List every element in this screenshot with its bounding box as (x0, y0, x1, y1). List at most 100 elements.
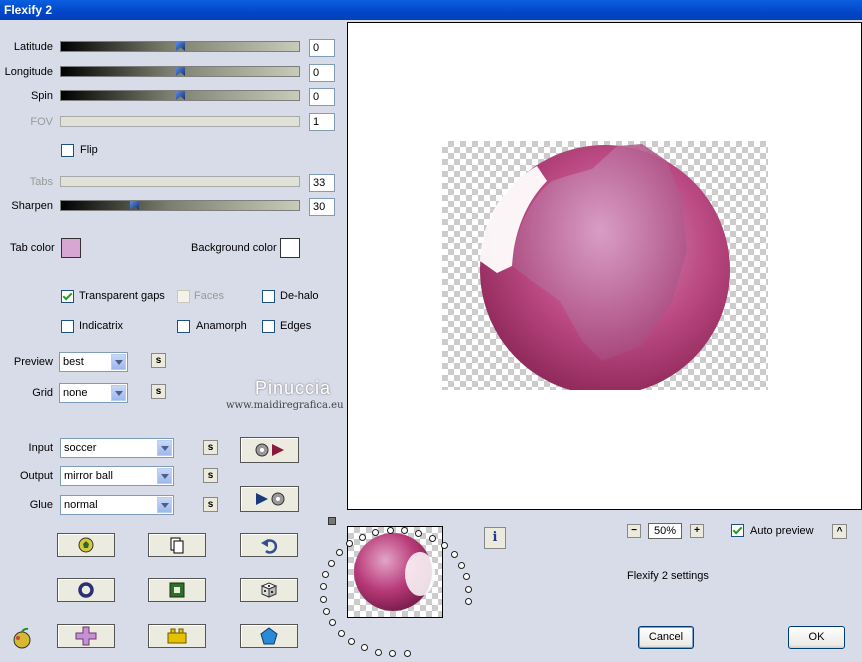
tab-color-swatch[interactable] (61, 238, 81, 258)
grid-select[interactable]: none (59, 383, 128, 403)
transparent-gaps-label: Transparent gaps (79, 290, 165, 302)
preview-canvas (442, 141, 768, 390)
settings-label: Flexify 2 settings (627, 570, 709, 582)
tabs-slider[interactable] (60, 176, 300, 187)
copy-button[interactable] (148, 533, 206, 557)
output-select-value: mirror ball (64, 470, 113, 482)
flip-checkbox[interactable] (61, 144, 74, 157)
preview-select[interactable]: best (59, 352, 128, 372)
latitude-thumb[interactable] (176, 42, 185, 51)
sharpen-slider[interactable] (60, 200, 300, 211)
input-select-value: soccer (64, 442, 97, 454)
spin-slider[interactable] (60, 90, 300, 101)
soccer-ball-icon (78, 537, 94, 553)
disc-play-icon (255, 443, 284, 457)
ring-icon (78, 582, 94, 598)
ring-dot (348, 637, 356, 645)
ring-dot (320, 595, 328, 603)
input-s-button[interactable]: s (203, 440, 218, 455)
output-s-button[interactable]: s (203, 468, 218, 483)
latitude-input[interactable]: 0 (309, 39, 335, 57)
apple-logo-icon (13, 627, 31, 649)
chevron-down-icon[interactable] (157, 468, 172, 484)
cross-icon (75, 626, 97, 646)
auto-preview-checkbox[interactable] (731, 524, 744, 537)
ring-dot (358, 533, 366, 541)
ring-dot (323, 608, 331, 616)
longitude-thumb[interactable] (176, 67, 185, 76)
spin-label: Spin (30, 90, 53, 102)
thumbnail-handle[interactable] (328, 517, 336, 525)
cancel-button[interactable]: Cancel (638, 626, 694, 649)
fov-label: FOV (30, 116, 53, 128)
tabs-input[interactable]: 33 (309, 174, 335, 192)
ring-dot (458, 561, 466, 569)
ring-dot (450, 551, 458, 559)
glue-s-button[interactable]: s (203, 497, 218, 512)
edges-label: Edges (280, 320, 312, 332)
ring-dot (361, 644, 368, 652)
de-halo-checkbox[interactable] (262, 290, 275, 303)
transparent-gaps-checkbox[interactable] (61, 290, 74, 303)
grid-s-button[interactable]: s (151, 384, 166, 399)
brick-button[interactable] (148, 624, 206, 648)
ring-dot (327, 559, 335, 567)
chevron-down-icon[interactable] (111, 354, 126, 370)
latitude-label: Latitude (13, 41, 53, 53)
pentagon-button[interactable] (240, 624, 298, 648)
output-select[interactable]: mirror ball (60, 466, 174, 486)
zoom-level[interactable]: 50% (648, 523, 682, 539)
de-halo-label: De-halo (280, 290, 319, 302)
fov-slider[interactable] (60, 116, 300, 127)
ring-dot (329, 619, 337, 627)
title-bar: Flexify 2 (0, 0, 862, 20)
watermark-name: Pinuccia (255, 378, 332, 398)
flip-label: Flip (80, 144, 98, 156)
undo-button[interactable] (240, 533, 298, 557)
zoom-out-button[interactable]: − (627, 524, 641, 538)
anamorph-checkbox[interactable] (177, 320, 190, 333)
ring-dot (337, 629, 345, 637)
grid-label: Grid (32, 387, 53, 399)
chevron-down-icon[interactable] (157, 440, 172, 456)
collapse-button[interactable]: ^ (832, 524, 847, 539)
watermark-url: www.maidiregrafica.eu (226, 400, 344, 411)
preview-select-value: best (63, 356, 84, 368)
indicatrix-checkbox[interactable] (61, 320, 74, 333)
chevron-down-icon[interactable] (111, 385, 126, 401)
input-select[interactable]: soccer (60, 438, 174, 458)
main-preview[interactable] (347, 22, 862, 510)
sharpen-input[interactable]: 30 (309, 198, 335, 216)
ring-dot (465, 585, 473, 593)
play-reverse-button[interactable] (240, 486, 299, 512)
edges-checkbox[interactable] (262, 320, 275, 333)
preview-label: Preview (13, 356, 53, 368)
glue-label: Glue (29, 499, 53, 511)
frame-button[interactable] (148, 578, 206, 602)
faces-checkbox[interactable] (177, 290, 190, 303)
dice-icon (260, 582, 278, 598)
longitude-input[interactable]: 0 (309, 64, 335, 82)
cross-button[interactable] (57, 624, 115, 648)
ring-dot (374, 648, 382, 656)
info-button[interactable]: i (484, 527, 506, 549)
longitude-slider[interactable] (60, 66, 300, 77)
chevron-down-icon[interactable] (157, 497, 172, 513)
randomize-button[interactable] (240, 578, 298, 602)
zoom-in-button[interactable]: + (690, 524, 704, 538)
preview-s-button[interactable]: s (151, 353, 166, 368)
ring-dot (464, 598, 472, 606)
background-color-swatch[interactable] (280, 238, 300, 258)
faces-label: Faces (194, 290, 224, 302)
play-forward-button[interactable] (240, 437, 299, 463)
spin-thumb[interactable] (176, 91, 185, 100)
latitude-slider[interactable] (60, 41, 300, 52)
spin-input[interactable]: 0 (309, 88, 335, 106)
glue-select[interactable]: normal (60, 495, 174, 515)
ok-button[interactable]: OK (788, 626, 845, 649)
ring-button[interactable] (57, 578, 115, 602)
fov-input[interactable]: 1 (309, 113, 335, 131)
random-shape-button[interactable] (57, 533, 115, 557)
pentagon-icon (260, 627, 278, 645)
sharpen-thumb[interactable] (130, 201, 139, 210)
